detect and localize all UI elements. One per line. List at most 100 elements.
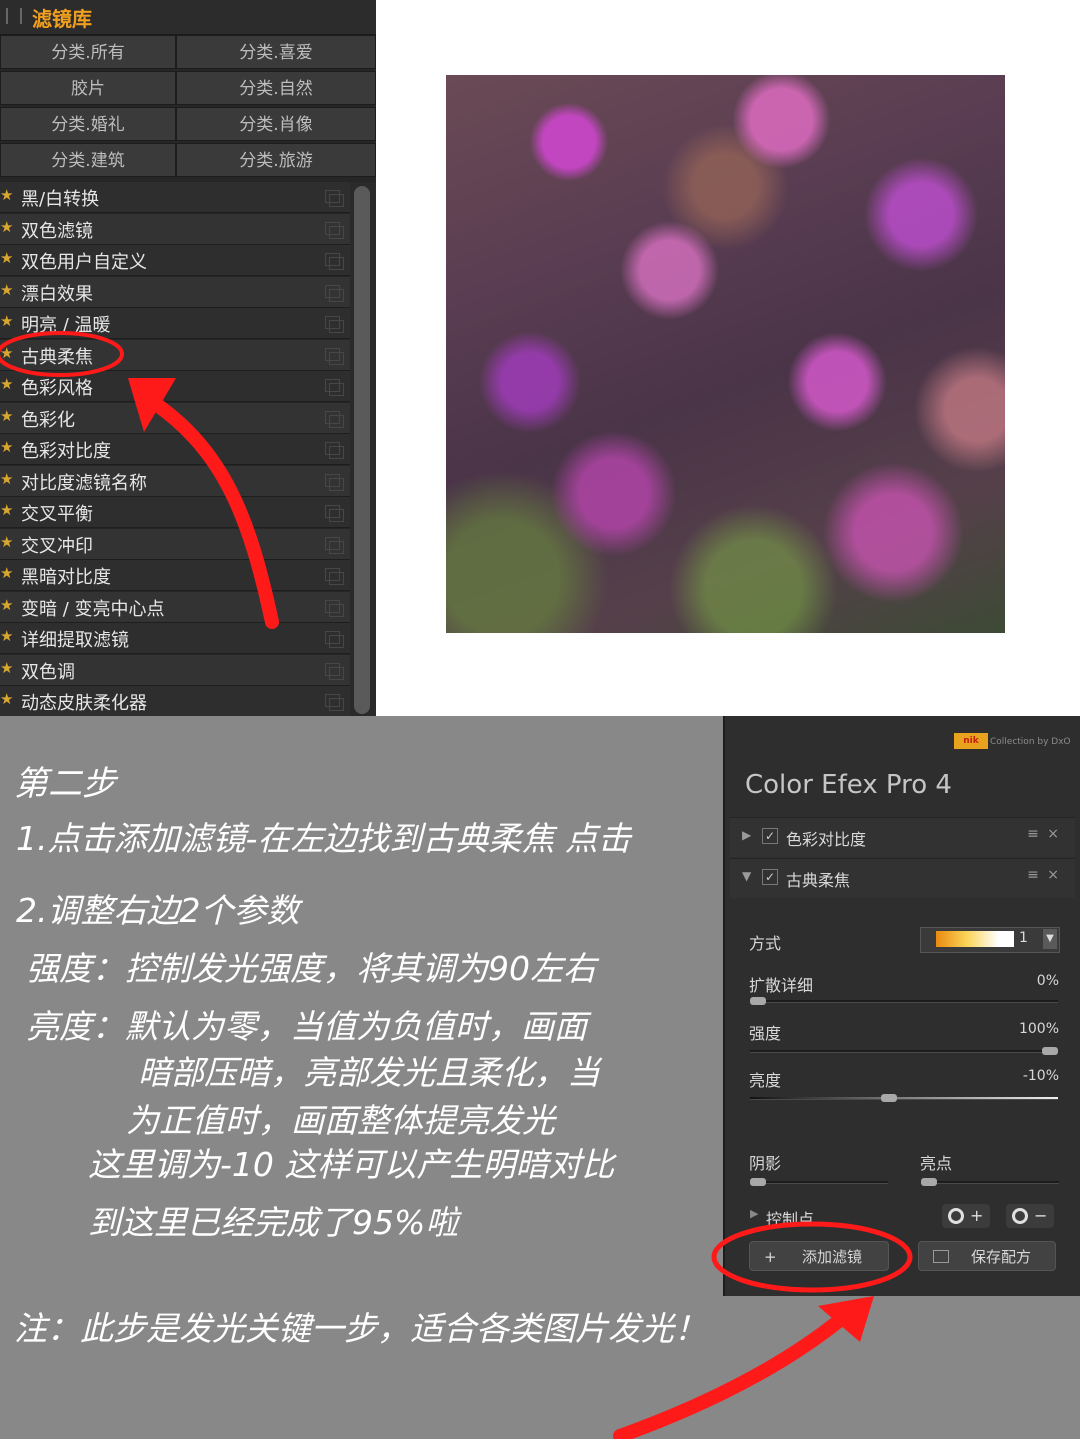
copy-icon[interactable] xyxy=(325,568,344,585)
favorite-star-icon[interactable]: ★ xyxy=(0,564,13,582)
filter-list-item[interactable]: ★ 交叉冲印 xyxy=(0,528,350,560)
filter-list-item[interactable]: ★ 色彩对比度 xyxy=(0,434,350,465)
filter-list-item[interactable]: ★ 黑暗对比度 xyxy=(0,560,350,591)
category-nature[interactable]: 分类.自然 xyxy=(176,71,376,105)
slider-shadows-track[interactable] xyxy=(750,1181,888,1184)
copy-icon[interactable] xyxy=(325,253,344,270)
library-title: 滤镜库 xyxy=(32,7,92,31)
copy-icon[interactable] xyxy=(325,505,344,522)
filter-list-item[interactable]: ★ 色彩化 xyxy=(0,402,350,434)
filter-list-item[interactable]: ★ 动态皮肤柔化器 xyxy=(0,686,350,716)
copy-icon[interactable] xyxy=(325,631,344,648)
control-point-icon xyxy=(948,1208,964,1224)
filter-list-item[interactable]: ★ 古典柔焦 xyxy=(0,339,350,371)
favorite-star-icon[interactable]: ★ xyxy=(0,407,13,425)
filter-actions-icon[interactable]: ≡ × xyxy=(1027,867,1061,883)
plus-icon: + xyxy=(764,1248,777,1266)
filter-enable-checkbox[interactable]: ✓ xyxy=(762,869,778,885)
slider-highlights-track[interactable] xyxy=(921,1181,1059,1184)
category-film[interactable]: 胶片 xyxy=(0,71,176,105)
favorite-star-icon[interactable]: ★ xyxy=(0,533,13,551)
filter-list-item-label: 古典柔焦 xyxy=(21,346,93,368)
control-points-triangle-icon[interactable]: ▶ xyxy=(750,1207,758,1220)
instruction-line-7: 这里调为-10 这样可以产生明暗对比 xyxy=(88,1145,615,1184)
filter-header-classic-soft-focus[interactable]: ▼ ✓ 古典柔焦 ≡ × xyxy=(730,858,1075,898)
control-points-label: 控制点 xyxy=(766,1210,815,1229)
panel-grip-icon[interactable] xyxy=(6,8,22,24)
slider-highlights-handle[interactable] xyxy=(921,1178,937,1186)
minus-icon: − xyxy=(1034,1206,1048,1225)
copy-icon[interactable] xyxy=(325,662,344,680)
slider-brightness-handle[interactable] xyxy=(881,1094,898,1102)
collapse-triangle-icon[interactable]: ▼ xyxy=(742,869,751,883)
filter-list-item[interactable]: ★ 双色调 xyxy=(0,654,350,686)
logo-caption: Collection by DxO xyxy=(990,737,1071,747)
filter-header-color-contrast[interactable]: ▶ ✓ 色彩对比度 ≡ × xyxy=(730,817,1075,857)
favorite-star-icon[interactable]: ★ xyxy=(0,344,13,362)
slider-strength-track[interactable] xyxy=(750,1050,1058,1053)
copy-icon[interactable] xyxy=(325,410,344,428)
slider-diffuse-track[interactable] xyxy=(750,1000,1058,1003)
category-portrait[interactable]: 分类.肖像 xyxy=(176,107,376,141)
copy-icon[interactable] xyxy=(325,284,344,302)
category-architecture[interactable]: 分类.建筑 xyxy=(0,143,176,177)
category-travel[interactable]: 分类.旅游 xyxy=(176,143,376,177)
category-wedding[interactable]: 分类.婚礼 xyxy=(0,107,176,141)
favorite-star-icon[interactable]: ★ xyxy=(0,186,13,204)
category-all[interactable]: 分类.所有 xyxy=(0,35,176,69)
filter-list-item-label: 交叉冲印 xyxy=(21,535,93,557)
favorite-star-icon[interactable]: ★ xyxy=(0,281,13,299)
control-point-icon xyxy=(1012,1208,1028,1224)
favorite-star-icon[interactable]: ★ xyxy=(0,249,13,267)
copy-icon[interactable] xyxy=(325,316,344,333)
slider-strength-handle[interactable] xyxy=(1042,1047,1058,1055)
slider-diffuse-handle[interactable] xyxy=(750,997,766,1005)
filter-list-item[interactable]: ★ 漂白效果 xyxy=(0,276,350,308)
param-label-diffuse: 扩散详细 xyxy=(749,976,814,995)
favorite-star-icon[interactable]: ★ xyxy=(0,659,13,677)
favorite-star-icon[interactable]: ★ xyxy=(0,501,13,519)
filter-actions-icon[interactable]: ≡ × xyxy=(1027,826,1061,842)
expand-triangle-icon[interactable]: ▶ xyxy=(742,828,751,842)
remove-control-point-button[interactable]: − xyxy=(1006,1204,1054,1228)
filter-library-panel: 滤镜库 分类.所有 分类.喜爱 胶片 分类.自然 分类.婚礼 分类.肖像 分类.… xyxy=(0,0,376,716)
filter-list-item[interactable]: ★ 详细提取滤镜 xyxy=(0,623,350,654)
favorite-star-icon[interactable]: ★ xyxy=(0,596,13,614)
filter-list-item[interactable]: ★ 对比度滤镜名称 xyxy=(0,465,350,497)
filter-list-item[interactable]: ★ 双色用户自定义 xyxy=(0,245,350,276)
save-recipe-button[interactable]: 保存配方 xyxy=(918,1241,1056,1271)
favorite-star-icon[interactable]: ★ xyxy=(0,218,13,236)
category-favorites[interactable]: 分类.喜爱 xyxy=(176,35,376,69)
favorite-star-icon[interactable]: ★ xyxy=(0,627,13,645)
copy-icon[interactable] xyxy=(325,694,344,711)
filter-list-item[interactable]: ★ 双色滤镜 xyxy=(0,213,350,245)
slider-brightness-track[interactable] xyxy=(750,1097,1058,1100)
add-control-point-button[interactable]: + xyxy=(942,1204,990,1228)
filter-list-item[interactable]: ★ 交叉平衡 xyxy=(0,497,350,528)
favorite-star-icon[interactable]: ★ xyxy=(0,470,13,488)
copy-icon[interactable] xyxy=(325,379,344,396)
preview-photo xyxy=(446,75,1005,633)
scrollbar-thumb[interactable] xyxy=(354,186,370,714)
filter-list-item[interactable]: ★ 色彩风格 xyxy=(0,371,350,402)
copy-icon[interactable] xyxy=(325,599,344,617)
filter-list-item[interactable]: ★ 黑/白转换 xyxy=(0,182,350,213)
copy-icon[interactable] xyxy=(325,442,344,459)
favorite-star-icon[interactable]: ★ xyxy=(0,690,13,708)
copy-icon[interactable] xyxy=(325,190,344,207)
favorite-star-icon[interactable]: ★ xyxy=(0,375,13,393)
chevron-down-icon[interactable]: ▼ xyxy=(1043,929,1057,949)
add-filter-button[interactable]: + 添加滤镜 xyxy=(749,1241,889,1271)
filter-list-item-label: 交叉平衡 xyxy=(21,504,93,525)
slider-shadows-handle[interactable] xyxy=(750,1178,766,1186)
filter-list-item[interactable]: ★ 变暗 / 变亮中心点 xyxy=(0,591,350,623)
copy-icon[interactable] xyxy=(325,347,344,365)
favorite-star-icon[interactable]: ★ xyxy=(0,312,13,330)
mode-value: 1 xyxy=(1019,930,1028,946)
favorite-star-icon[interactable]: ★ xyxy=(0,438,13,456)
filter-enable-checkbox[interactable]: ✓ xyxy=(762,828,778,844)
copy-icon[interactable] xyxy=(325,536,344,554)
filter-list-item[interactable]: ★ 明亮 / 温暖 xyxy=(0,308,350,339)
copy-icon[interactable] xyxy=(325,221,344,239)
copy-icon[interactable] xyxy=(325,473,344,491)
